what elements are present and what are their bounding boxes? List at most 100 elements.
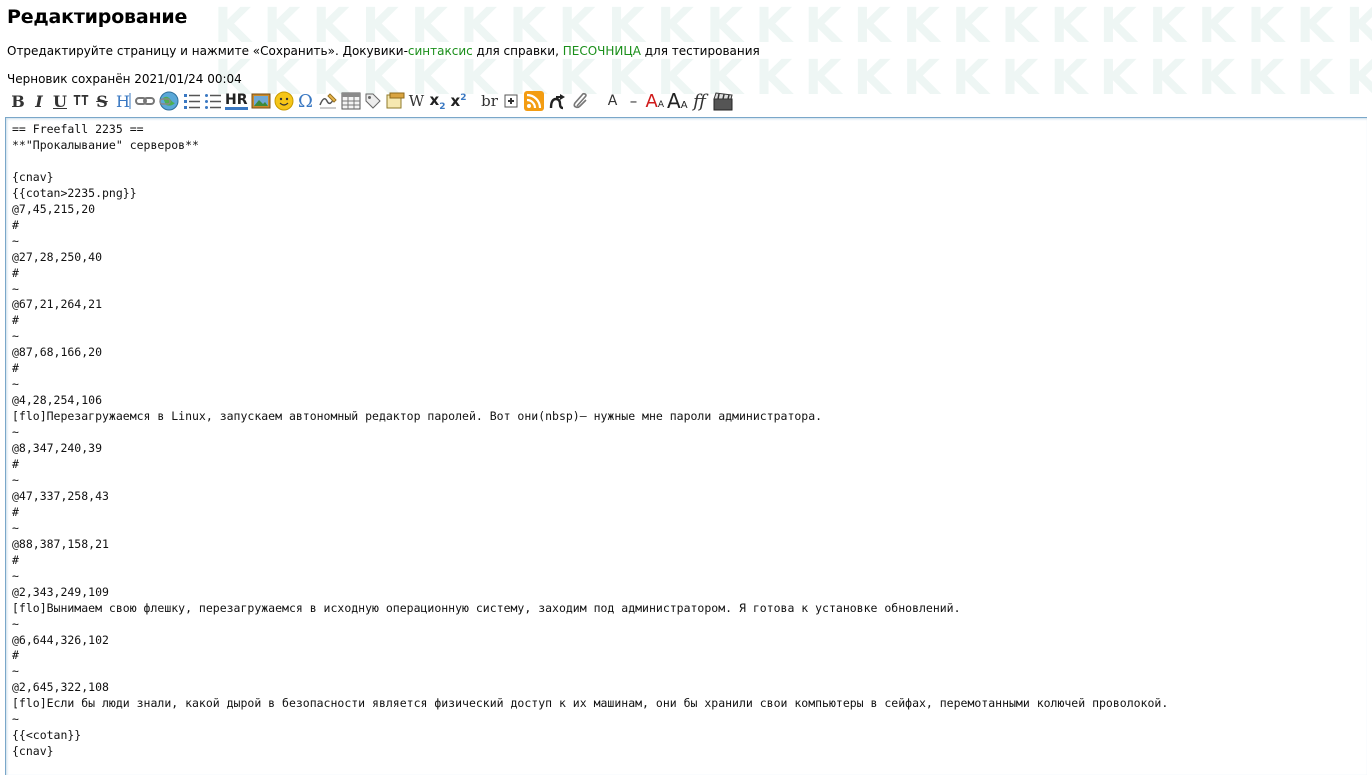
editor-line: @67,21,264,21	[12, 297, 103, 312]
ordered-list-button[interactable]	[182, 90, 202, 112]
editor-line: @8,347,240,39	[12, 441, 103, 456]
redirect-button[interactable]	[547, 90, 569, 112]
include-icon	[504, 94, 517, 108]
editor-toolbar: B I U TT S H HR Ω W x2 x2 br A – AA AA f…	[8, 89, 736, 113]
image-button[interactable]	[250, 90, 272, 112]
dash-button[interactable]: –	[624, 90, 644, 112]
line-break-icon: br	[481, 92, 498, 110]
editor-line: {cnav}	[12, 169, 54, 184]
media-button[interactable]	[711, 90, 735, 112]
editor-line: {cnav}	[12, 744, 54, 759]
editor-line: @2,645,322,108	[12, 680, 109, 695]
editor-line: @6,644,326,102	[12, 632, 109, 647]
subscript-button[interactable]: x2	[428, 90, 448, 112]
external-link-button[interactable]	[157, 90, 181, 112]
editor-line: [flo]Перезагружаемся в Linux, запускаем …	[12, 409, 823, 424]
editor-line: #	[12, 217, 19, 232]
unordered-list-button[interactable]	[203, 90, 223, 112]
horizontal-rule-icon: HR	[225, 91, 248, 110]
editor-line: #	[12, 648, 19, 663]
image-icon	[251, 93, 270, 109]
editor-line: ~	[12, 233, 19, 248]
editor-line: ~	[12, 616, 19, 631]
monospace-button[interactable]: TT	[71, 90, 91, 112]
wiki-text-editor[interactable]: == Freefall 2235 == **"Прокалывание" сер…	[5, 117, 1367, 775]
editor-line: {{<cotan}}	[12, 728, 82, 743]
redirect-icon	[549, 94, 565, 110]
editor-line: ~	[12, 472, 19, 487]
editor-line: #	[12, 552, 19, 567]
smiley-button[interactable]	[273, 90, 295, 112]
attachment-button[interactable]	[570, 90, 592, 112]
editor-line: #	[12, 313, 19, 328]
font-family-button[interactable]: ff	[690, 90, 710, 112]
special-chars-button[interactable]: Ω	[296, 90, 316, 112]
table-icon	[341, 92, 360, 110]
font-family-icon: ff	[693, 90, 706, 112]
intro-text-end: для тестирования	[640, 44, 760, 58]
intro-text-middle: для справки,	[472, 44, 563, 58]
editor-line: ~	[12, 329, 19, 344]
bold-button[interactable]: B	[8, 90, 28, 112]
editor-line: == Freefall 2235 ==	[12, 122, 144, 136]
heading-icon: H	[116, 92, 131, 110]
rss-icon	[523, 91, 544, 111]
tag-icon	[365, 93, 381, 109]
subscript-icon: x2	[429, 90, 446, 112]
editor-line: #	[12, 361, 19, 376]
editor-line: [flo]Вынимаем свою флешку, перезагружаем…	[12, 600, 961, 615]
editor-line: @47,337,258,43	[12, 488, 109, 503]
strikethrough-button[interactable]: S	[92, 90, 112, 112]
editor-line: [flo]Если бы люди знали, какой дырой в б…	[12, 696, 1169, 711]
small-text-icon: A	[607, 93, 618, 109]
editor-line: ~	[12, 520, 19, 535]
sandbox-link[interactable]: ПЕСОЧНИЦА	[563, 44, 641, 58]
signature-button[interactable]	[317, 90, 339, 112]
editor-line: {{cotan>2235.png}}	[12, 185, 137, 200]
font-size-button[interactable]: AA	[666, 89, 689, 113]
editor-line: ~	[12, 281, 19, 296]
intro-text-start: Отредактируйте страницу и нажмите «Сохра…	[7, 44, 408, 58]
syntax-link[interactable]: синтаксис	[408, 44, 473, 58]
external-link-icon	[159, 91, 179, 111]
editor-line: #	[12, 265, 19, 280]
note-button[interactable]	[384, 90, 406, 112]
small-text-button[interactable]: A	[603, 90, 623, 112]
note-icon	[386, 92, 404, 109]
edit-intro: Отредактируйте страницу и нажмите «Сохра…	[7, 44, 760, 58]
editor-line: ~	[12, 664, 19, 679]
horizontal-rule-button[interactable]: HR	[224, 90, 249, 112]
editor-content[interactable]: == Freefall 2235 == **"Прокалывание" сер…	[6, 118, 1367, 760]
editor-line: ~	[12, 425, 19, 440]
svg-text:H: H	[116, 92, 130, 110]
wikipedia-icon: W	[408, 92, 425, 110]
superscript-button[interactable]: x2	[449, 90, 469, 112]
include-button[interactable]	[501, 90, 521, 112]
internal-link-button[interactable]	[134, 90, 156, 112]
editor-line: ~	[12, 712, 19, 727]
rss-button[interactable]	[522, 90, 546, 112]
italic-button[interactable]: I	[29, 90, 49, 112]
signature-icon	[318, 93, 337, 109]
wikipedia-button[interactable]: W	[407, 90, 427, 112]
superscript-icon: x2	[450, 92, 467, 110]
font-size-icon: AA	[667, 89, 688, 113]
line-break-button[interactable]: br	[480, 90, 500, 112]
editor-line: @4,28,254,106	[12, 393, 103, 408]
smiley-icon	[274, 91, 293, 111]
page-title: Редактирование	[7, 6, 188, 28]
dash-icon: –	[629, 92, 638, 110]
editor-line: @2,343,249,109	[12, 584, 109, 599]
draft-status: Черновик сохранён 2021/01/24 00:04	[7, 72, 242, 86]
editor-line: @27,28,250,40	[12, 249, 103, 264]
unordered-list-icon	[205, 94, 221, 109]
underline-button[interactable]: U	[50, 90, 70, 112]
ordered-list-icon	[184, 94, 200, 109]
font-color-button[interactable]: AA	[645, 90, 666, 112]
editor-line: ~	[12, 568, 19, 583]
attachment-icon	[572, 92, 587, 109]
heading-button[interactable]: H	[113, 90, 133, 112]
editor-line: @87,68,166,20	[12, 345, 103, 360]
tag-button[interactable]	[363, 90, 383, 112]
table-button[interactable]	[340, 90, 362, 112]
